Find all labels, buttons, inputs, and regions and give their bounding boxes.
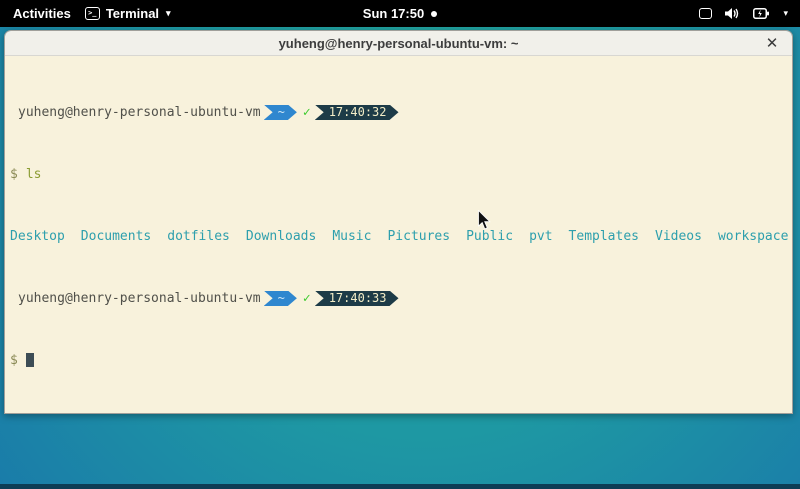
terminal-cursor [26, 353, 34, 367]
directory-name: Pictures [387, 229, 450, 245]
terminal-content[interactable]: yuheng@henry-personal-ubuntu-vm ~ ✓ 17:4… [5, 56, 792, 413]
command-line: $ ls [10, 167, 788, 183]
window-titlebar[interactable]: yuheng@henry-personal-ubuntu-vm: ~ ✕ [5, 31, 792, 56]
prompt-path-segment: ~ [264, 105, 297, 121]
input-line[interactable]: $ [10, 353, 788, 369]
directory-name: dotfiles [167, 229, 230, 245]
close-button[interactable]: ✕ [763, 34, 781, 52]
volume-icon [725, 7, 740, 20]
prompt-line: yuheng@henry-personal-ubuntu-vm ~ ✓ 17:4… [10, 105, 788, 121]
prompt-username: yuheng@henry-personal-ubuntu-vm [10, 291, 261, 307]
desktop-screen: Activities >_ Terminal ▾ Sun 17:50 [0, 0, 800, 489]
screen-icon [699, 8, 712, 19]
prompt-time-segment: 17:40:33 [315, 291, 399, 307]
directory-name: workspace [718, 229, 788, 245]
prompt-time: 17:40:33 [329, 291, 387, 307]
clock[interactable]: Sun 17:50 [363, 6, 424, 21]
prompt-time: 17:40:32 [329, 105, 387, 121]
prompt-symbol: $ [10, 167, 18, 183]
chevron-down-icon: ▾ [166, 8, 171, 19]
prompt-symbol: $ [10, 353, 18, 369]
prompt-path: ~ [278, 105, 285, 121]
activities-button[interactable]: Activities [13, 6, 71, 21]
prompt-path-segment: ~ [264, 291, 297, 307]
system-status-menu[interactable]: ▾ [699, 7, 800, 20]
prompt-path: ~ [278, 291, 285, 307]
directory-name: Desktop [10, 229, 65, 245]
prompt-time-segment: 17:40:32 [315, 105, 399, 121]
directory-name: Templates [569, 229, 639, 245]
directory-name: Documents [81, 229, 151, 245]
terminal-window: yuheng@henry-personal-ubuntu-vm: ~ ✕ yuh… [4, 30, 793, 414]
chevron-down-icon: ▾ [783, 8, 788, 19]
prompt-line: yuheng@henry-personal-ubuntu-vm ~ ✓ 17:4… [10, 291, 788, 307]
mouse-pointer-icon [478, 210, 492, 231]
directory-name: Downloads [246, 229, 316, 245]
battery-charging-icon [753, 7, 769, 20]
directory-name: Music [332, 229, 371, 245]
app-menu-terminal[interactable]: >_ Terminal ▾ [85, 6, 171, 21]
app-menu-label: Terminal [106, 6, 159, 21]
status-check-icon: ✓ [303, 291, 311, 307]
directory-name: Videos [655, 229, 702, 245]
gnome-top-bar: Activities >_ Terminal ▾ Sun 17:50 [0, 0, 800, 27]
typed-command: ls [26, 167, 42, 183]
window-title: yuheng@henry-personal-ubuntu-vm: ~ [279, 36, 519, 51]
ls-output: Desktop Documents dotfiles Downloads Music Pi… [10, 229, 788, 245]
prompt-username: yuheng@henry-personal-ubuntu-vm [10, 105, 261, 121]
status-check-icon: ✓ [303, 105, 311, 121]
directory-name: pvt [529, 229, 552, 245]
terminal-icon: >_ [85, 7, 100, 20]
notification-dot-icon [431, 11, 437, 17]
